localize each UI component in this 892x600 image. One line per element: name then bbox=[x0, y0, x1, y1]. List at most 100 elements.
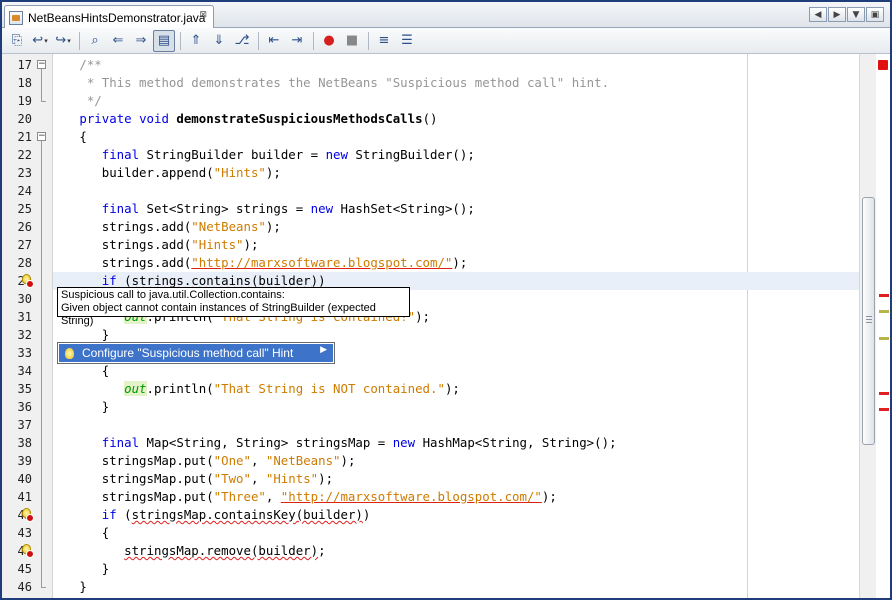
show-opened-documents-button[interactable]: ▼ bbox=[847, 7, 865, 22]
error-stripe-mark[interactable] bbox=[879, 392, 889, 395]
scroll-tabs-left-button[interactable]: ◀ bbox=[809, 7, 827, 22]
code-line[interactable]: } bbox=[53, 398, 859, 416]
code-line[interactable] bbox=[53, 416, 859, 434]
shift-right-icon: ⇥ bbox=[291, 33, 303, 48]
toggle-highlight-button[interactable]: ▤ bbox=[153, 29, 175, 52]
code-line[interactable]: stringsMap.put("One", "NetBeans"); bbox=[53, 452, 859, 470]
line-number: 27 bbox=[17, 238, 32, 252]
tooltip-line-2: Given object cannot contain instances of… bbox=[61, 302, 376, 327]
code-line[interactable]: final Set<String> strings = new HashSet<… bbox=[53, 200, 859, 218]
error-stripe-mark[interactable] bbox=[879, 294, 889, 297]
code-line[interactable]: final Map<String, String> stringsMap = n… bbox=[53, 434, 859, 452]
find-button[interactable]: ⌕ bbox=[84, 30, 106, 52]
shift-left-button[interactable]: ⇤ bbox=[263, 30, 285, 52]
code-editor[interactable]: 17−18192021−2223242526272829303132333435… bbox=[2, 54, 890, 598]
forward-button[interactable]: ↪ ▾ bbox=[52, 30, 74, 52]
stop-macro-button[interactable]: ■ bbox=[341, 30, 363, 52]
code-line[interactable]: stringsMap.remove(builder); bbox=[53, 542, 859, 560]
line-number: 38 bbox=[17, 436, 32, 450]
warning-stripe-mark[interactable] bbox=[879, 337, 889, 340]
code-line[interactable]: final StringBuilder builder = new String… bbox=[53, 146, 859, 164]
code-line[interactable]: out.println("That String is NOT containe… bbox=[53, 380, 859, 398]
code-line[interactable]: * This method demonstrates the NetBeans … bbox=[53, 74, 859, 92]
scrollbar-thumb[interactable] bbox=[862, 197, 875, 445]
find-next-button[interactable]: ⇒ bbox=[130, 30, 152, 52]
error-stripe-mark[interactable] bbox=[879, 408, 889, 411]
line-number-gutter[interactable]: 17−18192021−2223242526272829303132333435… bbox=[2, 54, 53, 598]
fold-guide-line bbox=[41, 69, 42, 101]
hint-popup-menu: Configure "Suspicious method call" Hint … bbox=[57, 342, 335, 364]
code-line[interactable]: strings.add("Hints"); bbox=[53, 236, 859, 254]
file-tab[interactable]: NetBeansHintsDemonstrator.java ⊠ bbox=[4, 5, 214, 29]
line-number: 32 bbox=[17, 328, 32, 342]
code-line[interactable]: if (stringsMap.containsKey(builder)) bbox=[53, 506, 859, 524]
source-history-button[interactable]: ⎘ bbox=[6, 30, 28, 52]
toggle-bookmark-button[interactable]: ⎇ bbox=[231, 30, 253, 52]
toggle-highlight-icon: ▤ bbox=[157, 33, 171, 48]
dropdown-arrow-icon[interactable]: ▾ bbox=[44, 37, 48, 45]
find-previous-button[interactable]: ⇐ bbox=[107, 30, 129, 52]
line-number: 19 bbox=[17, 94, 32, 108]
uncomment-button[interactable]: ☰ bbox=[396, 30, 418, 52]
code-line[interactable]: { bbox=[53, 362, 859, 380]
hint-error-lightbulb-icon[interactable] bbox=[20, 274, 34, 288]
forward-icon: ↪ bbox=[55, 33, 67, 48]
code-line[interactable]: { bbox=[53, 128, 859, 146]
code-line[interactable]: stringsMap.put("Three", "http://marxsoft… bbox=[53, 488, 859, 506]
find-previous-icon: ⇐ bbox=[112, 33, 124, 48]
fold-collapse-icon[interactable]: − bbox=[37, 60, 46, 69]
line-number: 33 bbox=[17, 346, 32, 360]
warning-stripe-mark[interactable] bbox=[879, 310, 889, 313]
hint-error-lightbulb-icon[interactable] bbox=[20, 544, 34, 558]
java-file-icon bbox=[9, 10, 23, 25]
line-number: 30 bbox=[17, 292, 32, 306]
stop-macro-icon: ■ bbox=[345, 33, 359, 48]
toolbar-separator bbox=[313, 31, 314, 50]
line-number: 43 bbox=[17, 526, 32, 540]
line-number: 24 bbox=[17, 184, 32, 198]
configure-hint-menu-item[interactable]: Configure "Suspicious method call" Hint … bbox=[59, 344, 333, 362]
grip-icon bbox=[866, 316, 872, 323]
hint-error-lightbulb-icon[interactable] bbox=[20, 508, 34, 522]
line-number: 22 bbox=[17, 148, 32, 162]
code-line[interactable]: private void demonstrateSuspiciousMethod… bbox=[53, 110, 859, 128]
last-edit-button[interactable]: ↩ ▾ bbox=[29, 30, 51, 52]
file-tab-label: NetBeansHintsDemonstrator.java bbox=[28, 10, 206, 25]
code-line[interactable] bbox=[53, 182, 859, 200]
hint-tooltip: Suspicious call to java.util.Collection.… bbox=[57, 287, 410, 327]
code-line[interactable]: } bbox=[53, 578, 859, 596]
close-tab-icon[interactable]: ⊠ bbox=[199, 10, 207, 20]
maximize-window-button[interactable]: ▣ bbox=[866, 7, 884, 22]
toolbar-separator bbox=[180, 31, 181, 50]
error-stripe[interactable] bbox=[876, 54, 890, 598]
code-line[interactable]: */ bbox=[53, 92, 859, 110]
line-number: 23 bbox=[17, 166, 32, 180]
find-icon: ⌕ bbox=[91, 33, 99, 48]
line-number: 31 bbox=[17, 310, 32, 324]
code-line[interactable]: strings.add("NetBeans"); bbox=[53, 218, 859, 236]
previous-bookmark-button[interactable]: ⇑ bbox=[185, 30, 207, 52]
scroll-tabs-right-button[interactable]: ▶ bbox=[828, 7, 846, 22]
code-line[interactable]: strings.add("http://marxsoftware.blogspo… bbox=[53, 254, 859, 272]
dropdown-arrow-icon[interactable]: ▾ bbox=[67, 37, 71, 45]
code-line[interactable]: /** bbox=[53, 56, 859, 74]
code-line[interactable]: { bbox=[53, 524, 859, 542]
fold-collapse-icon[interactable]: − bbox=[37, 132, 46, 141]
tab-navigation: ◀ ▶ ▼ ▣ bbox=[809, 7, 884, 22]
code-line[interactable]: } bbox=[53, 560, 859, 578]
code-line[interactable]: builder.append("Hints"); bbox=[53, 164, 859, 182]
error-status-icon bbox=[878, 60, 888, 70]
vertical-scrollbar[interactable] bbox=[859, 54, 876, 598]
code-line[interactable]: stringsMap.put("Two", "Hints"); bbox=[53, 470, 859, 488]
toggle-bookmark-icon: ⎇ bbox=[234, 33, 250, 48]
fold-guide-end bbox=[41, 101, 46, 102]
shift-left-icon: ⇤ bbox=[268, 33, 280, 48]
line-number: 26 bbox=[17, 220, 32, 234]
comment-button[interactable]: ≡ bbox=[373, 30, 395, 52]
line-number: 45 bbox=[17, 562, 32, 576]
start-macro-button[interactable]: ● bbox=[318, 30, 340, 52]
next-bookmark-button[interactable]: ⇓ bbox=[208, 30, 230, 52]
shift-right-button[interactable]: ⇥ bbox=[286, 30, 308, 52]
previous-bookmark-icon: ⇑ bbox=[190, 33, 202, 48]
toolbar-separator bbox=[79, 31, 80, 50]
